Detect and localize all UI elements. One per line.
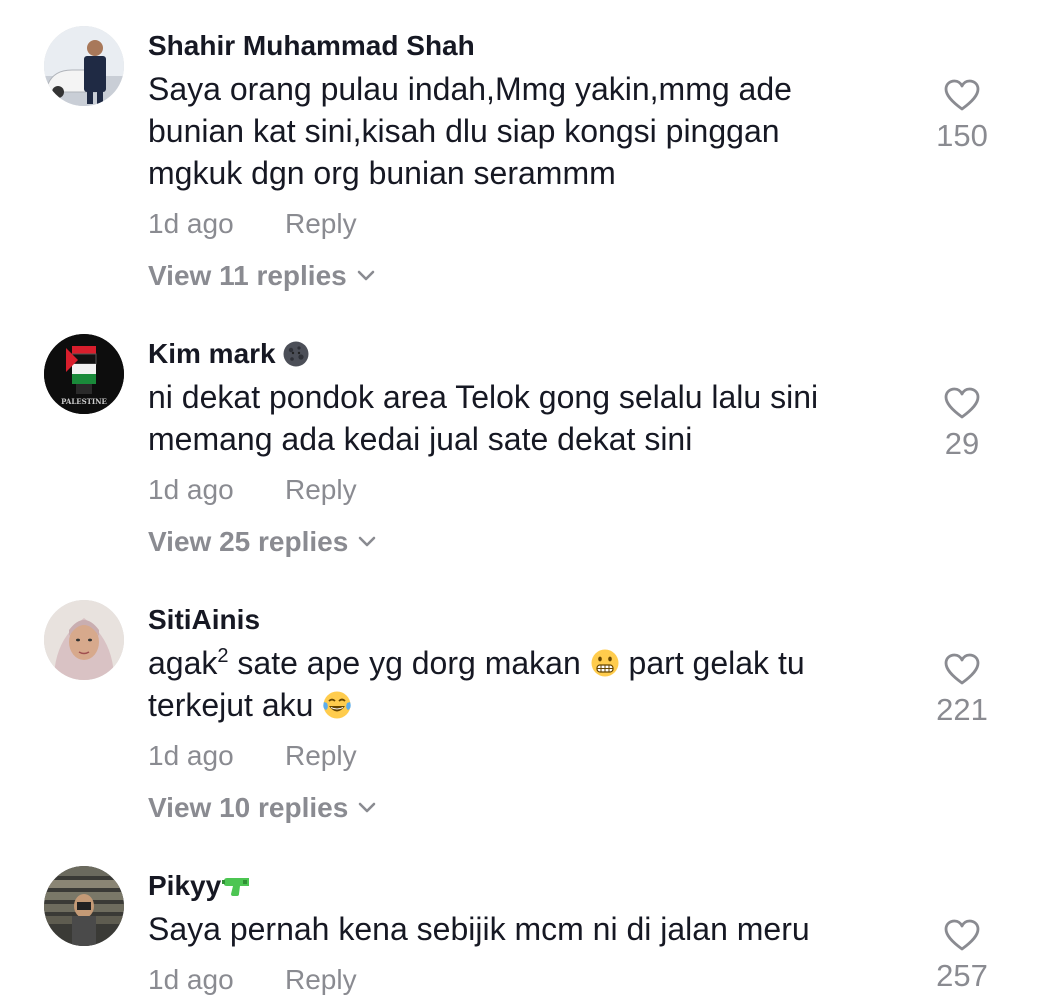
timestamp: 1d ago: [148, 964, 234, 995]
view-replies-label: View 10 replies: [148, 792, 349, 823]
username[interactable]: Shahir Muhammad Shah: [148, 30, 475, 62]
like-count: 257: [936, 958, 988, 993]
grimacing-face-emoji-icon: [591, 649, 619, 677]
text-segment: sate ape yg dorg makan: [228, 645, 590, 681]
like-count: 150: [936, 118, 988, 153]
like-count: 221: [936, 692, 988, 727]
timestamp: 1d ago: [148, 474, 234, 505]
view-replies-button[interactable]: View 25 replies: [148, 526, 376, 558]
comment-meta: 1d ago Reply: [148, 964, 357, 996]
comment-meta: 1d ago Reply: [148, 740, 357, 772]
text-segment: part gelak tu: [619, 645, 805, 681]
avatar[interactable]: [44, 26, 124, 106]
comment-text: Saya orang pulau indah,Mmg yakin,mmg ade…: [148, 71, 792, 191]
heart-icon: [944, 919, 980, 951]
new-moon-face-emoji-icon: [283, 341, 309, 367]
view-replies-button[interactable]: View 11 replies: [148, 260, 375, 292]
view-replies-button[interactable]: View 10 replies: [148, 792, 376, 824]
like-button[interactable]: 221: [920, 652, 1004, 728]
username-label: Shahir Muhammad Shah: [148, 30, 475, 61]
avatar[interactable]: PALESTINE: [44, 334, 124, 414]
like-button[interactable]: 257: [920, 918, 1004, 994]
username-label: Pikyy: [148, 870, 222, 901]
comment-meta: 1d ago Reply: [148, 474, 357, 506]
avatar[interactable]: [44, 600, 124, 680]
chevron-down-icon: [358, 802, 376, 813]
like-button[interactable]: 29: [920, 386, 1004, 462]
comment-text: Saya pernah kena sebijik mcm ni di jalan…: [148, 911, 810, 947]
username[interactable]: Kim mark: [148, 338, 310, 370]
username[interactable]: SitiAinis: [148, 604, 260, 636]
comment-text-line: terkejut aku: [148, 684, 868, 726]
timestamp: 1d ago: [148, 740, 234, 771]
view-replies-label: View 11 replies: [148, 260, 347, 291]
reply-button[interactable]: Reply: [285, 964, 357, 996]
chevron-down-icon: [358, 536, 376, 547]
comment-text: ni dekat pondok area Telok gong selalu l…: [148, 379, 819, 457]
reply-button[interactable]: Reply: [285, 474, 357, 506]
reply-button[interactable]: Reply: [285, 740, 357, 772]
heart-icon: [944, 387, 980, 419]
username[interactable]: Pikyy: [148, 870, 251, 902]
comment-text-line: agak2 sate ape yg dorg makan part gelak …: [148, 642, 868, 684]
avatar-text: PALESTINE: [61, 397, 107, 406]
chevron-down-icon: [357, 270, 375, 281]
view-replies-label: View 25 replies: [148, 526, 349, 557]
text-segment: terkejut aku: [148, 687, 323, 723]
heart-icon: [944, 79, 980, 111]
like-button[interactable]: 150: [920, 78, 1004, 154]
username-label: Kim mark: [148, 338, 276, 369]
comment-text: agak2 sate ape yg dorg makan part gelak …: [148, 642, 868, 726]
heart-icon: [944, 653, 980, 685]
superscript: 2: [217, 645, 229, 667]
text-segment: agak: [148, 645, 218, 681]
tears-of-joy-emoji-icon: [323, 691, 351, 719]
comment-meta: 1d ago Reply: [148, 208, 357, 240]
avatar[interactable]: [44, 866, 124, 946]
like-count: 29: [944, 426, 980, 461]
reply-button[interactable]: Reply: [285, 208, 357, 240]
username-label: SitiAinis: [148, 604, 261, 635]
timestamp: 1d ago: [148, 208, 234, 239]
water-pistol-emoji-icon: [222, 878, 250, 896]
